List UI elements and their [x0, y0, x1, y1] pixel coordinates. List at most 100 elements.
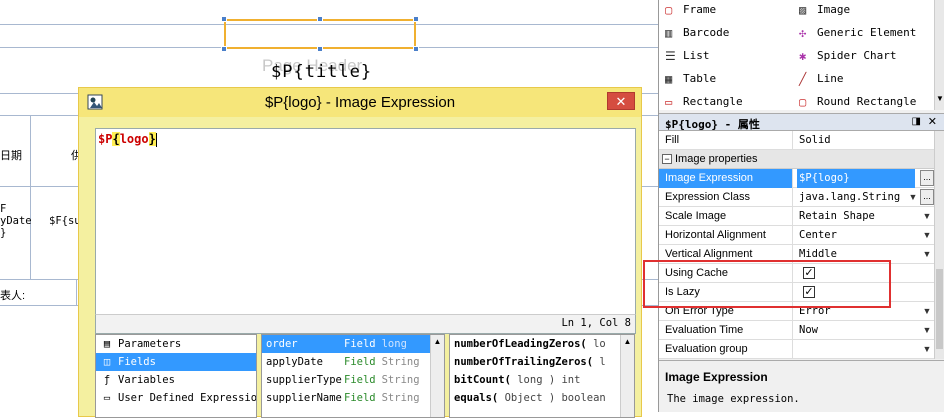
field-partial[interactable]: yDate	[0, 215, 32, 227]
close-button[interactable]: ✕	[607, 92, 635, 110]
field-item[interactable]: supplierName Field String	[262, 389, 444, 407]
resize-handle[interactable]	[413, 16, 419, 22]
ellipsis-button[interactable]: ...	[920, 170, 934, 186]
method-signature: lo	[586, 338, 606, 350]
property-key: Scale Image	[665, 207, 793, 226]
palette: ▢ Frame ▨ Image ▥ Barcode ✣ Generic Element ☰ Lis…	[659, 0, 935, 110]
text-cursor	[155, 132, 157, 147]
property-value: Solid	[799, 134, 831, 146]
field-kind: Field	[344, 392, 376, 404]
property-key: Horizontal Alignment	[665, 226, 793, 245]
scrollbar[interactable]: ▲	[430, 335, 444, 417]
property-row-fill[interactable]: Fill Solid	[659, 131, 935, 150]
palette-item[interactable]: ▥ Barcode	[665, 23, 729, 43]
resize-handle[interactable]	[317, 16, 323, 22]
chevron-down-icon[interactable]: ▼	[921, 343, 933, 355]
palette-item[interactable]: ▨ Image	[799, 0, 850, 20]
resize-handle[interactable]	[221, 46, 227, 52]
method-item[interactable]: bitCount( long ) int	[450, 371, 634, 389]
close-icon[interactable]: ✕	[928, 115, 937, 128]
variables-icon: ƒ	[103, 374, 111, 386]
field-item[interactable]: supplierType Field String	[262, 371, 444, 389]
method-item[interactable]: equals( Object ) boolean	[450, 389, 634, 407]
section-header-image-properties[interactable]: − Image properties	[659, 150, 935, 169]
dialog-titlebar[interactable]: $P{logo} - Image Expression ✕	[79, 88, 641, 117]
footer-label-partial: 表人:	[0, 290, 26, 302]
chevron-down-icon[interactable]: ▼	[921, 229, 933, 241]
category-item[interactable]: ◫ Fields	[96, 353, 256, 371]
palette-item[interactable]: ▢ Frame	[665, 0, 716, 20]
expression-brace: }	[148, 132, 156, 146]
category-item[interactable]: ƒ Variables	[96, 371, 256, 389]
properties-scrollbar[interactable]	[934, 131, 944, 359]
palette-scrollbar[interactable]: ▼	[934, 0, 944, 110]
field-partial[interactable]: F	[0, 203, 6, 215]
field-name: applyDate	[266, 356, 323, 368]
palette-item[interactable]: ✣ Generic Element	[799, 23, 916, 43]
palette-item[interactable]: ▢ Round Rectangle	[799, 92, 916, 112]
category-item[interactable]: ▤ Parameters	[96, 335, 256, 353]
cursor-position: Ln 1, Col 8	[561, 317, 631, 329]
chevron-down-icon[interactable]: ▼	[921, 210, 933, 222]
palette-item[interactable]: ✱ Spider Chart	[799, 46, 896, 66]
image-element-selected[interactable]	[224, 19, 416, 49]
category-item[interactable]: ▭ User Defined Expression	[96, 389, 256, 407]
field-supplier-partial[interactable]: $F{su	[49, 215, 81, 227]
property-row[interactable]: Evaluation Time Now ▼	[659, 321, 935, 340]
chevron-down-icon[interactable]: ▼	[907, 191, 919, 203]
field-list[interactable]: order Field long applyDate Field String suppli…	[261, 334, 445, 418]
property-row[interactable]: Scale Image Retain Shape ▼	[659, 207, 935, 226]
field-kind: Field	[344, 338, 376, 350]
category-label: User Defined Expression	[118, 392, 257, 404]
field-kind: Field	[344, 374, 376, 386]
description-title: Image Expression	[665, 370, 768, 384]
palette-item[interactable]: ▦ Table	[665, 69, 716, 89]
palette-item[interactable]: ☰ List	[665, 46, 710, 66]
chevron-down-icon[interactable]: ▼	[921, 324, 933, 336]
field-item[interactable]: applyDate Field String	[262, 353, 444, 371]
folder-icon: ▭	[103, 392, 111, 404]
description-text: The image expression.	[667, 393, 800, 405]
method-item[interactable]: numberOfTrailingZeros( l	[450, 353, 634, 371]
field-partial[interactable]: }	[0, 227, 6, 239]
method-list[interactable]: numberOfLeadingZeros( lo numberOfTrailing…	[449, 334, 635, 418]
palette-item[interactable]: ▭ Rectangle	[665, 92, 743, 112]
collapse-icon[interactable]: −	[662, 154, 672, 164]
image-expression-dialog: $P{logo} - Image Expression ✕ $P{logo} L…	[78, 87, 642, 418]
chevron-down-icon[interactable]: ▼	[921, 305, 933, 317]
resize-handle[interactable]	[413, 46, 419, 52]
column-divider	[76, 279, 77, 305]
property-value: java.lang.String	[799, 191, 901, 203]
rectangle-icon: ▭	[665, 95, 673, 109]
resize-handle[interactable]	[221, 16, 227, 22]
palette-item-label: Barcode	[683, 26, 730, 39]
column-header-date: 日期	[0, 150, 22, 162]
category-list[interactable]: ▤ Parameters ◫ Fields ƒ Variables ▭ User Define…	[95, 334, 257, 418]
property-row[interactable]: Evaluation group ▼	[659, 340, 935, 359]
field-type: String	[381, 374, 420, 386]
resize-handle[interactable]	[317, 46, 323, 52]
palette-item[interactable]: ╱ Line	[799, 69, 844, 89]
image-icon: ▨	[799, 3, 807, 17]
chevron-down-icon[interactable]: ▼	[921, 248, 933, 260]
field-item[interactable]: order Field long	[262, 335, 444, 353]
property-key: Evaluation Time	[665, 321, 793, 340]
palette-item-label: Rectangle	[683, 95, 743, 108]
scroll-thumb[interactable]	[936, 269, 943, 349]
method-item[interactable]: numberOfLeadingZeros( lo	[450, 335, 634, 353]
title-text-field[interactable]: $P{title}	[271, 62, 372, 82]
property-value: Now	[799, 324, 818, 336]
expression-editor[interactable]: $P{logo}	[95, 128, 636, 334]
method-name: equals(	[454, 392, 499, 404]
ellipsis-button[interactable]: ...	[920, 189, 934, 205]
maximize-icon[interactable]: ◨	[912, 116, 921, 127]
property-row[interactable]: Horizontal Alignment Center ▼	[659, 226, 935, 245]
properties-title: $P{logo} - 属性	[665, 118, 760, 131]
expression-brace: {	[112, 132, 120, 146]
line-icon: ╱	[799, 72, 807, 86]
property-row[interactable]: Expression Class java.lang.String ▼...	[659, 188, 935, 207]
scroll-down-icon[interactable]: ▼	[936, 94, 944, 103]
method-items: numberOfLeadingZeros( lo numberOfTrailing…	[450, 335, 634, 407]
scrollbar[interactable]: ▲	[620, 335, 634, 417]
property-row[interactable]: Image Expression $P{logo}...	[659, 169, 935, 188]
